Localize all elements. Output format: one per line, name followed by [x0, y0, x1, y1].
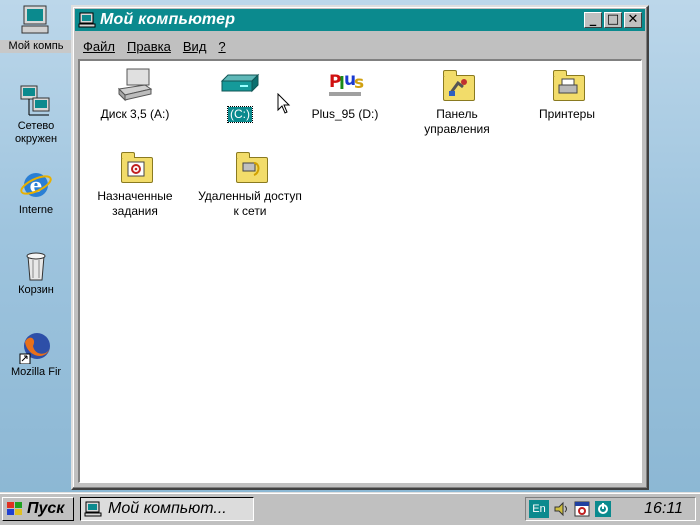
printers-icon — [547, 67, 587, 103]
desktop-icon-firefox[interactable]: Mozilla Fir — [0, 330, 72, 379]
clock: 16:11 — [644, 500, 683, 517]
start-label: Пуск — [27, 500, 65, 517]
desktop-icon-recycle-bin[interactable]: Корзин — [0, 248, 72, 297]
firefox-icon — [19, 330, 53, 365]
item-label: Диск 3,5 (A:) — [100, 107, 170, 121]
floppy-drive-icon — [115, 67, 155, 103]
menu-file[interactable]: Файл — [77, 39, 121, 54]
item-label: Панель управления — [424, 107, 490, 136]
desktop-icon-my-computer[interactable]: Мой компь — [0, 4, 72, 53]
scheduler-icon[interactable] — [573, 500, 591, 518]
item-dialup-networking[interactable]: Удаленный доступ к сети — [185, 149, 315, 219]
desktop-icon-network[interactable]: Сетево окружен — [0, 84, 72, 146]
menu-view[interactable]: Вид — [177, 39, 213, 54]
my-computer-icon — [78, 12, 96, 28]
taskbar: Пуск Мой компьют... En 16:11 — [0, 492, 700, 525]
recycle-bin-icon — [19, 248, 53, 282]
item-label: Принтеры — [539, 107, 595, 121]
title-bar[interactable]: Мой компьютер _ □ ✕ — [75, 9, 645, 31]
scheduled-tasks-icon — [115, 149, 155, 185]
control-panel-icon — [437, 67, 477, 103]
item-scheduled-tasks[interactable]: Назначенные задания — [80, 149, 190, 219]
close-button[interactable]: ✕ — [624, 12, 642, 28]
menu-help[interactable]: ? — [212, 39, 231, 54]
item-label: (C:) — [227, 106, 253, 123]
item-hard-drive[interactable]: (C:) — [185, 67, 295, 123]
item-cdrom-drive[interactable]: P l u s Plus_95 (D:) — [290, 67, 400, 122]
item-label: Plus_95 (D:) — [311, 107, 379, 121]
item-label: Назначенные задания — [97, 189, 173, 218]
menu-edit[interactable]: Правка — [121, 39, 177, 54]
start-button[interactable]: Пуск — [2, 497, 74, 521]
desktop-icon-internet[interactable]: e Interne — [0, 168, 72, 217]
volume-icon[interactable] — [552, 500, 570, 518]
desktop-icon-label: Мой компь — [0, 40, 72, 53]
desktop-icon-label: окружен — [14, 133, 58, 145]
maximize-button[interactable]: □ — [604, 12, 622, 28]
item-control-panel[interactable]: Панель управления — [402, 67, 512, 137]
item-label: Удаленный доступ к сети — [198, 189, 302, 218]
item-printers[interactable]: Принтеры — [512, 67, 622, 122]
desktop-icon-label: Сетево — [17, 120, 55, 132]
mouse-cursor-icon — [277, 93, 291, 114]
my-computer-icon — [84, 501, 102, 517]
minimize-button[interactable]: _ — [584, 12, 602, 28]
my-computer-icon — [19, 4, 53, 38]
svg-text:s: s — [354, 73, 364, 93]
desktop-icon-label: Mozilla Fir — [10, 366, 62, 378]
windows-logo-icon — [7, 502, 22, 515]
desktop-icon-label: Корзин — [18, 284, 54, 296]
desktop-icon-label: Interne — [18, 204, 54, 216]
file-view: Диск 3,5 (A:) (C:) P l u s Plus_95 (D:) — [78, 59, 642, 483]
network-icon — [19, 84, 53, 118]
internet-explorer-icon: e — [19, 168, 53, 202]
window-title: Мой компьютер — [100, 11, 236, 28]
menu-bar: Файл Правка Вид ? — [77, 36, 232, 56]
hard-drive-icon — [220, 67, 260, 103]
my-computer-window: Мой компьютер _ □ ✕ Файл Правка Вид ? Ди… — [71, 5, 649, 490]
item-floppy-drive[interactable]: Диск 3,5 (A:) — [80, 67, 190, 122]
network-status-icon[interactable] — [594, 500, 612, 518]
system-tray: En 16:11 — [525, 497, 696, 521]
cdrom-plus-icon: P l u s — [325, 67, 365, 103]
language-indicator[interactable]: En — [529, 500, 549, 518]
task-label: Мой компьют... — [108, 500, 227, 517]
dialup-network-icon — [230, 149, 270, 185]
taskbar-button-my-computer[interactable]: Мой компьют... — [80, 497, 254, 521]
